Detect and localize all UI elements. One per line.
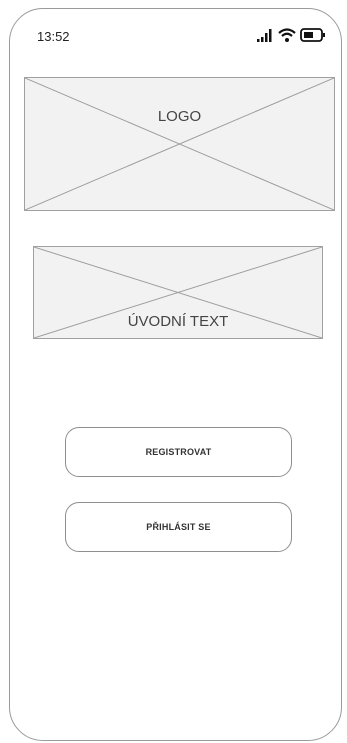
status-icons — [257, 28, 325, 42]
register-button-label: REGISTROVAT — [145, 447, 212, 457]
register-button[interactable]: REGISTROVAT — [65, 427, 292, 477]
login-button[interactable]: PŘIHLÁSIT SE — [65, 502, 292, 552]
logo-label: LOGO — [157, 108, 202, 125]
signal-icon — [257, 29, 272, 42]
battery-icon — [300, 28, 325, 42]
intro-text-placeholder: ÚVODNÍ TEXT — [33, 246, 323, 339]
wifi-icon — [278, 28, 296, 42]
logo-placeholder: LOGO — [24, 77, 335, 211]
status-time: 13:52 — [37, 29, 70, 44]
intro-text-label: ÚVODNÍ TEXT — [127, 313, 229, 330]
login-button-label: PŘIHLÁSIT SE — [146, 522, 211, 532]
placeholder-cross — [25, 78, 334, 210]
